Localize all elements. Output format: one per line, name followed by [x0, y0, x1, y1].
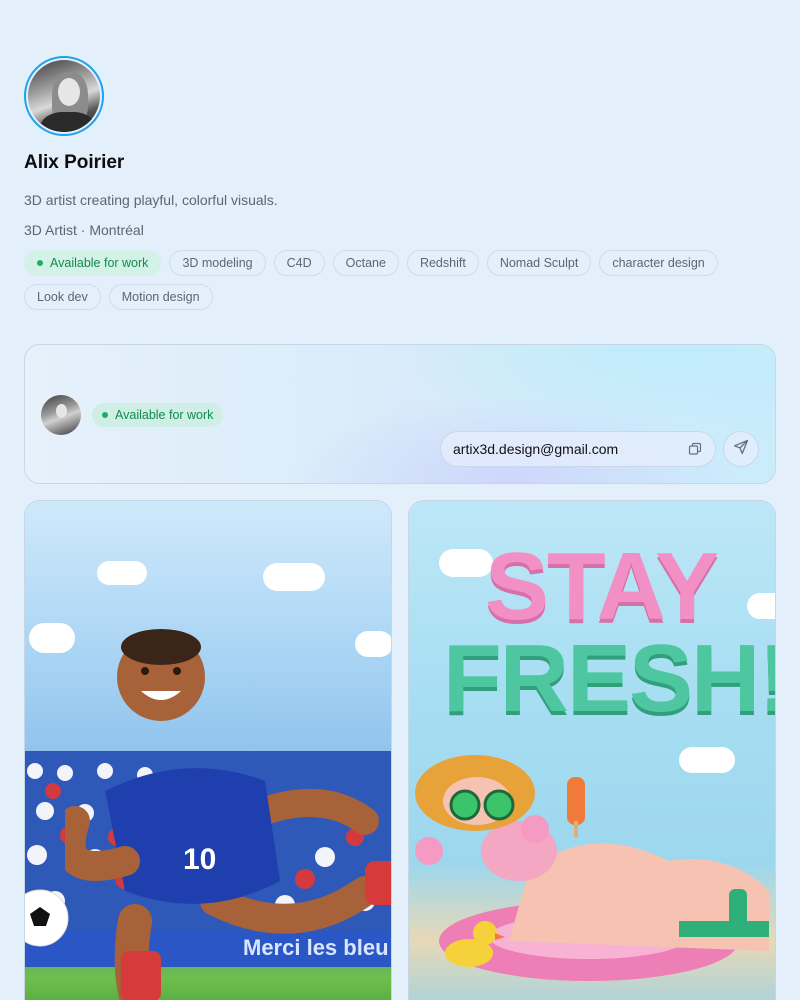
status-dot-icon — [102, 412, 108, 418]
cloud-shape — [263, 563, 325, 591]
profile-meta: 3D Artist · Montréal — [24, 222, 144, 238]
tag-nomad-sculpt[interactable]: Nomad Sculpt — [486, 250, 592, 276]
contact-available-badge: Available for work — [92, 403, 224, 427]
football-icon — [25, 889, 69, 947]
available-badge-label: Available for work — [50, 256, 149, 270]
fresh-text: FRESH! — [443, 625, 776, 732]
send-button[interactable] — [723, 431, 759, 467]
contact-available-label: Available for work — [115, 408, 214, 422]
svg-text:10: 10 — [183, 843, 216, 876]
profile-name: Alix Poirier — [24, 152, 125, 173]
tag-redshift[interactable]: Redshift — [406, 250, 479, 276]
profile-avatar[interactable] — [24, 56, 104, 136]
skill-tags: Available for work 3D modeling C4D Octan… — [24, 250, 744, 310]
profile-header: Alix Poirier 3D artist creating playful,… — [24, 56, 776, 310]
portfolio-tile-football[interactable]: Merci les bleu 10 — [24, 500, 392, 1000]
tag-character-design[interactable]: character design — [599, 250, 718, 276]
contact-card: Available for work artix3d.design@gmail.… — [24, 344, 776, 484]
copy-icon[interactable] — [687, 441, 703, 457]
contact-avatar — [41, 395, 81, 435]
profile-bio: 3D artist creating playful, colorful vis… — [24, 192, 278, 208]
status-dot-icon — [37, 260, 43, 266]
avatar-photo — [28, 60, 100, 132]
available-badge: Available for work — [24, 250, 162, 276]
email-address: artix3d.design@gmail.com — [453, 441, 619, 457]
portfolio-tile-stay-fresh[interactable]: STAY FRESH! — [408, 500, 776, 1000]
email-field[interactable]: artix3d.design@gmail.com — [440, 431, 716, 467]
cloud-shape — [747, 593, 775, 619]
pool-character-illustration — [415, 755, 769, 981]
stay-text: STAY — [485, 533, 719, 640]
tag-look-dev[interactable]: Look dev — [24, 284, 101, 310]
tag-c4d[interactable]: C4D — [273, 250, 325, 276]
cloud-shape — [97, 561, 147, 585]
tag-3d-modeling[interactable]: 3D modeling — [169, 250, 266, 276]
send-icon — [733, 439, 749, 460]
footballer-illustration: 10 — [65, 629, 391, 1000]
tag-motion-design[interactable]: Motion design — [108, 284, 213, 310]
tag-octane[interactable]: Octane — [332, 250, 399, 276]
